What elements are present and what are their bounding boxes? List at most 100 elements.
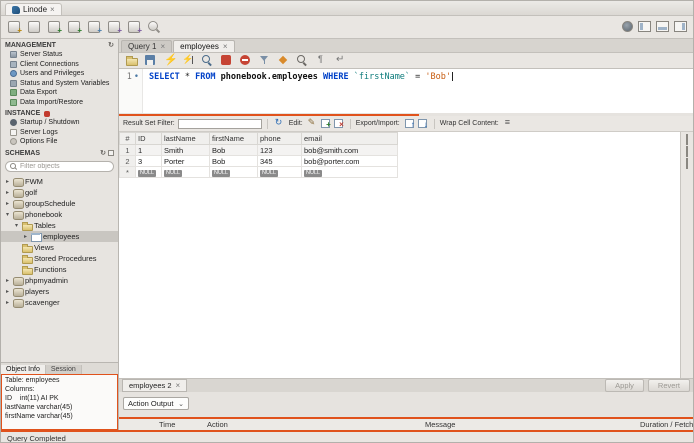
result-set-filter-input[interactable] (177, 118, 262, 129)
open-sql-script-button[interactable] (26, 19, 43, 36)
sidebar-item-users-and-privileges[interactable]: Users and Privileges (1, 69, 118, 79)
toggle-wrap-button[interactable] (333, 54, 348, 68)
connection-status-button[interactable] (621, 20, 634, 35)
result-filter-label: Result Set Filter: (123, 120, 175, 127)
tree-item-golf[interactable]: ▸ golf (1, 187, 118, 198)
show-invisibles-button[interactable] (314, 54, 329, 68)
export-recordset-button[interactable] (403, 118, 416, 130)
new-query-tab-button[interactable] (6, 19, 23, 36)
field-types-button[interactable] (686, 158, 688, 169)
action-output-column-message[interactable]: Message (425, 420, 640, 429)
column-header-phone[interactable]: phone (257, 132, 302, 145)
table-row[interactable]: * NULL NULL NULL NULL NULL (119, 166, 398, 178)
close-icon[interactable]: × (160, 42, 165, 51)
table-row[interactable]: 1 1 Smith Bob 123 bob@smith.com (119, 144, 398, 156)
execute-current-statement-button[interactable] (181, 54, 196, 68)
sidebar-item-startup-shutdown[interactable]: Startup / Shutdown (1, 118, 118, 128)
column-header-row-number[interactable]: # (119, 132, 136, 145)
new-schema-button[interactable] (46, 19, 63, 36)
apply-button[interactable]: Apply (605, 379, 644, 392)
tree-item-employees[interactable]: ▸ employees (1, 230, 118, 242)
connection-tab-close-icon[interactable]: × (50, 5, 55, 14)
tree-item-fwm[interactable]: ▸ FWM (1, 176, 118, 187)
find-and-replace-button[interactable] (295, 54, 310, 68)
collapsed-arrow-icon[interactable]: ▸ (4, 200, 11, 207)
expanded-arrow-icon[interactable]: ▾ (13, 222, 20, 229)
schema-filter-input[interactable] (20, 162, 105, 170)
execute-query-button[interactable] (162, 53, 178, 68)
schema-filter[interactable] (5, 160, 114, 172)
beautify-query-button[interactable] (276, 54, 291, 68)
sidebar-item-options-file[interactable]: Options File (1, 137, 118, 147)
refresh-results-button[interactable] (273, 117, 286, 130)
sidebar-item-data-export[interactable]: Data Export (1, 88, 118, 98)
action-output-selector[interactable]: Action Output ⌄ (123, 397, 189, 410)
import-records-button[interactable] (416, 118, 429, 130)
connection-tab[interactable]: Linode × (5, 3, 62, 15)
open-script-button[interactable] (124, 54, 139, 68)
toggle-bottom-panel-button[interactable] (655, 20, 670, 35)
tree-item-tables[interactable]: ▾ Tables (1, 220, 118, 231)
toggle-right-sidebar-button[interactable] (673, 20, 688, 35)
tab-object-info[interactable]: Object Info (1, 365, 46, 374)
tab-session[interactable]: Session (45, 365, 82, 374)
edit-record-button[interactable] (306, 117, 319, 130)
stop-query-button[interactable] (219, 54, 234, 68)
schemas-refresh-icon[interactable]: ↻ (100, 150, 106, 157)
sidebar-item-client-connections[interactable]: Client Connections (1, 60, 118, 70)
action-output-column-duration-fetch[interactable]: Duration / Fetch (640, 420, 693, 429)
delete-record-button[interactable] (332, 118, 345, 130)
sidebar-item-server-status[interactable]: Server Status (1, 50, 118, 60)
management-refresh-icon[interactable]: ↻ (108, 42, 114, 49)
save-script-button[interactable] (143, 54, 158, 68)
result-grid-view-button[interactable] (686, 134, 688, 145)
close-icon[interactable]: × (223, 42, 228, 51)
tree-item-functions[interactable]: Functions (1, 264, 118, 275)
tree-item-groupschedule[interactable]: ▸ groupSchedule (1, 198, 118, 209)
editor-tab-query-1[interactable]: Query 1 × (121, 40, 173, 52)
schemas-inspector-icon[interactable] (108, 150, 114, 156)
sidebar-item-data-import-restore[interactable]: Data Import/Restore (1, 98, 118, 108)
add-record-button[interactable] (319, 118, 332, 130)
column-header-firstname[interactable]: firstName (209, 132, 258, 145)
form-editor-button[interactable] (686, 146, 688, 157)
collapsed-arrow-icon[interactable]: ▸ (4, 189, 11, 196)
search-objects-button[interactable] (146, 19, 163, 36)
result-tab-employees-2[interactable]: employees 2 × (122, 379, 188, 392)
column-header-id[interactable]: ID (135, 132, 162, 145)
result-tab-close-icon[interactable]: × (176, 381, 181, 390)
collapsed-arrow-icon[interactable]: ▸ (4, 277, 11, 284)
new-stored-procedure-button[interactable] (106, 19, 123, 36)
sql-code-line[interactable]: SELECT * FROM phonebook.employees WHERE … (143, 69, 453, 113)
tree-item-phpmyadmin[interactable]: ▸ phpmyadmin (1, 275, 118, 286)
wrap-cell-content-button[interactable] (502, 117, 515, 130)
expanded-arrow-icon[interactable]: ▾ (4, 211, 11, 218)
tree-item-players[interactable]: ▸ players (1, 286, 118, 297)
editor-tab-employees[interactable]: employees × (173, 40, 235, 52)
toggle-left-sidebar-button[interactable] (637, 20, 652, 35)
collapsed-arrow-icon[interactable]: ▸ (4, 288, 11, 295)
collapsed-arrow-icon[interactable]: ▸ (4, 178, 11, 185)
table-row[interactable]: 2 3 Porter Bob 345 bob@porter.com (119, 155, 398, 167)
tree-item-views[interactable]: Views (1, 242, 118, 253)
sql-editor[interactable]: 1 • SELECT * FROM phonebook.employees WH… (119, 69, 693, 113)
toggle-stop-on-error-button[interactable] (238, 54, 253, 68)
tree-item-stored-procedures[interactable]: Stored Procedures (1, 253, 118, 264)
new-view-button[interactable] (86, 19, 103, 36)
tree-item-scavenger[interactable]: ▸ scavenger (1, 297, 118, 308)
tree-item-phonebook[interactable]: ▾ phonebook (1, 209, 118, 220)
action-output-column-time[interactable]: Time (159, 420, 207, 429)
new-table-button[interactable] (66, 19, 83, 36)
collapsed-arrow-icon[interactable]: ▸ (4, 299, 11, 306)
column-header-lastname[interactable]: lastName (161, 132, 210, 145)
revert-button[interactable]: Revert (647, 379, 690, 392)
sidebar-item-status-and-system-variables[interactable]: Status and System Variables (1, 79, 118, 89)
column-header-email[interactable]: email (301, 132, 398, 145)
limit-rows-button[interactable] (257, 54, 272, 68)
collapsed-arrow-icon[interactable]: ▸ (22, 233, 29, 240)
explain-plan-button[interactable] (200, 54, 215, 68)
sidebar-item-server-logs[interactable]: Server Logs (1, 128, 118, 138)
editor-result-splitter[interactable] (119, 113, 693, 116)
action-output-column-action[interactable]: Action (207, 420, 425, 429)
new-function-button[interactable] (126, 19, 143, 36)
